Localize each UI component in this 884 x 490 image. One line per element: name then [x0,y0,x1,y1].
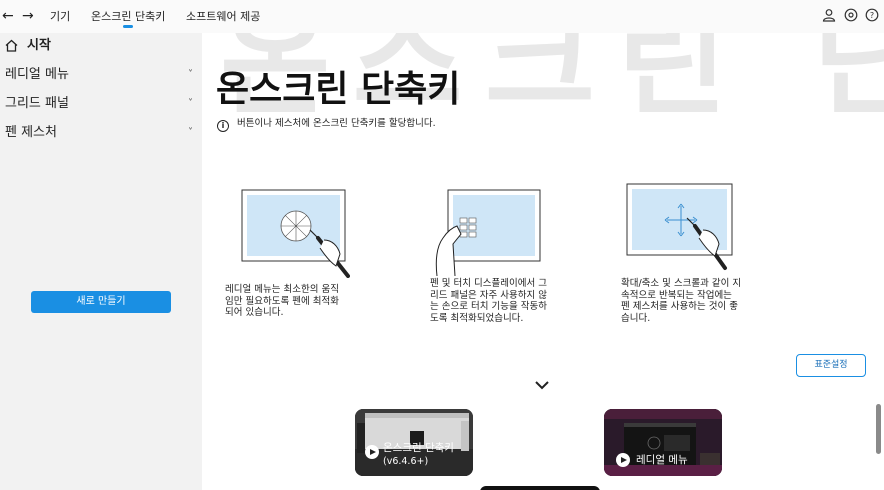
sidebar-item-grid-panel[interactable]: 그리드 패널 ˅ [5,94,195,114]
help-icon[interactable]: ? [865,8,879,22]
sidebar: 시작 레디얼 메뉴 ˅ 그리드 패널 ˅ 펜 제스처 ˅ 새로 만들기 [0,33,202,490]
active-tab-indicator [123,25,133,28]
feature-description-gestures: 확대/축소 및 스크롤과 같이 지 속적으로 반복되는 작업에는 펜 제스처를 … [621,278,742,324]
top-bar: ← → 기기 온스크린 단축키 소프트웨어 제공 ? [0,0,884,33]
play-icon [616,453,630,467]
svg-text:?: ? [870,11,874,20]
info-text: 버튼이나 제스처에 온스크린 단축키를 할당합니다. [237,118,436,129]
sidebar-item-home[interactable]: 시작 [5,36,195,56]
sidebar-item-label: 레디얼 메뉴 [5,67,69,82]
chevron-down-icon[interactable] [534,379,550,391]
settings-icon[interactable] [844,8,858,22]
sidebar-item-label: 시작 [27,38,51,53]
video-title: 레디얼 메뉴 [636,454,688,466]
chevron-down-icon: ˅ [188,98,193,109]
back-arrow-icon[interactable]: ← [2,7,14,25]
play-icon [365,445,379,459]
tab-devices[interactable]: 기기 [50,10,70,24]
video-card-partial [480,486,600,490]
video-subtitle: (v6.4.6+) [383,456,429,467]
tab-software-offers[interactable]: 소프트웨어 제공 [186,10,260,24]
user-icon[interactable] [822,8,836,22]
info-icon: i [217,120,229,132]
sidebar-item-pen-gestures[interactable]: 펜 제스처 ˅ [5,123,195,143]
pen-gesture-illustration [626,183,733,270]
sidebar-item-label: 그리드 패널 [5,96,69,111]
info-line: i 버튼이나 제스처에 온스크린 단축키를 할당합니다. [217,117,436,132]
chevron-down-icon: ˅ [188,127,193,138]
tab-onscreen-shortcuts[interactable]: 온스크린 단축키 [91,10,165,24]
scrollbar-thumb[interactable] [876,404,881,454]
forward-arrow-icon[interactable]: → [22,7,34,25]
video-card-onscreen-shortcuts[interactable]: 온스크린 단축키 (v6.4.6+) [355,409,473,476]
grid-panel-illustration [435,189,541,277]
page-title: 온스크린 단축키 [216,69,461,110]
sidebar-item-radial-menu[interactable]: 레디얼 메뉴 ˅ [5,65,195,85]
home-icon [5,39,18,52]
new-button[interactable]: 새로 만들기 [31,291,171,313]
main-content: 온스크린 단 온스크린 단축키 i 버튼이나 제스처에 온스크린 단축키를 할당합… [202,33,884,490]
sidebar-item-label: 펜 제스처 [5,125,57,140]
feature-description-grid: 펜 및 터치 디스플레이에서 그 리드 패널은 자주 사용하지 않 는 손으로 … [430,278,547,324]
radial-menu-illustration [241,189,350,278]
chevron-down-icon: ˅ [188,69,193,80]
video-card-radial-menu[interactable]: 레디얼 메뉴 [604,409,722,476]
restore-defaults-button[interactable]: 표준설정 [796,354,866,377]
feature-description-radial: 레디얼 메뉴는 최소한의 움직 임만 필요하도록 펜에 최적화 되어 있습니다. [225,284,339,318]
video-title: 온스크린 단축키 [383,442,454,454]
